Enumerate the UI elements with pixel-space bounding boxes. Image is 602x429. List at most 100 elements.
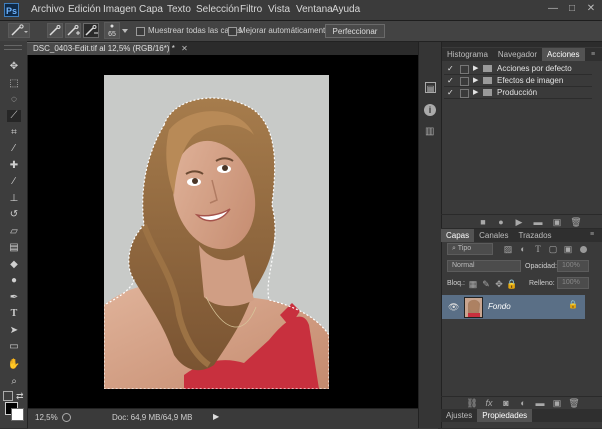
adjustment-layer-icon[interactable]: ◐ <box>517 398 529 408</box>
zoom-level[interactable]: 12,5% <box>35 410 58 426</box>
tab-capas[interactable]: Capas <box>441 229 475 242</box>
filter-toggle-icon[interactable] <box>580 246 587 253</box>
brush-size-dropdown-icon[interactable] <box>122 29 128 33</box>
info-panel-icon[interactable]: i <box>424 104 436 116</box>
minimize-icon[interactable]: — <box>548 4 558 14</box>
new-set-icon[interactable]: ▬ <box>532 217 544 227</box>
history-panel-icon[interactable]: ▤ <box>425 82 436 93</box>
toggle-dialog-icon[interactable] <box>460 89 469 98</box>
toggle-dialog-icon[interactable] <box>460 65 469 74</box>
crop-tool-icon[interactable]: ⌗ <box>7 127 21 139</box>
toggle-item-icon[interactable]: ✓ <box>447 63 454 74</box>
close-window-icon[interactable]: ✕ <box>586 4 596 14</box>
layers-menu-icon[interactable]: ≡ <box>590 231 594 238</box>
eye-visibility-icon[interactable]: 👁 <box>448 302 459 313</box>
filter-adjustment-icon[interactable]: ◐ <box>517 244 529 254</box>
layer-row-fondo[interactable]: 👁 Fondo 🔒 <box>442 295 585 319</box>
type-tool-icon[interactable]: T <box>7 308 21 320</box>
opacity-input[interactable]: 100% <box>557 260 589 272</box>
sample-all-layers-checkbox[interactable] <box>136 27 145 36</box>
subtract-from-selection-icon[interactable] <box>83 23 99 38</box>
menu-seleccion[interactable]: Selección <box>196 0 239 20</box>
expand-arrow-icon[interactable]: ▶ <box>473 63 478 74</box>
filter-shape-icon[interactable]: ▢ <box>547 244 559 254</box>
action-set-row[interactable]: ✓ ▶ Producción <box>444 87 592 99</box>
tab-navegador[interactable]: Navegador <box>493 48 542 61</box>
layer-filter-select[interactable]: ⌕ Tipo <box>447 243 493 255</box>
toolbox-grip[interactable] <box>4 45 22 50</box>
toggle-dialog-icon[interactable] <box>460 77 469 86</box>
blur-tool-icon[interactable]: ◆ <box>7 259 21 271</box>
menu-ayuda[interactable]: Ayuda <box>332 0 360 20</box>
status-menu-arrow-icon[interactable]: ▶ <box>213 409 219 425</box>
layer-style-icon[interactable]: fx <box>483 398 495 408</box>
layer-name[interactable]: Fondo <box>488 302 511 311</box>
new-selection-icon[interactable] <box>47 23 63 38</box>
toggle-item-icon[interactable]: ✓ <box>447 87 454 98</box>
menu-archivo[interactable]: Archivo <box>31 0 64 20</box>
path-selection-tool-icon[interactable]: ➤ <box>7 325 21 337</box>
brush-tool-icon[interactable]: ∕ <box>7 176 21 188</box>
action-set-row[interactable]: ✓ ▶ Efectos de imagen <box>444 75 592 87</box>
tab-histograma[interactable]: Histograma <box>442 48 493 61</box>
lasso-tool-icon[interactable]: ◌ <box>7 94 21 106</box>
quick-selection-tool-icon[interactable]: ⟋ <box>7 110 21 122</box>
expand-arrow-icon[interactable]: ▶ <box>473 75 478 86</box>
blend-mode-select[interactable]: Normal <box>447 260 521 272</box>
action-set-row[interactable]: ✓ ▶ Acciones por defecto <box>444 63 592 75</box>
menu-edicion[interactable]: Edición <box>68 0 101 20</box>
healing-brush-tool-icon[interactable]: ✚ <box>7 160 21 172</box>
lock-transparency-icon[interactable]: ▦ <box>467 279 479 289</box>
tab-canales[interactable]: Canales <box>474 229 513 242</box>
new-layer-icon[interactable]: ▣ <box>551 398 563 408</box>
dodge-tool-icon[interactable]: ● <box>7 275 21 287</box>
record-icon[interactable]: ● <box>495 217 507 227</box>
fill-input[interactable]: 100% <box>557 277 589 289</box>
auto-enhance-checkbox[interactable] <box>228 27 237 36</box>
menu-ventana[interactable]: Ventana <box>296 0 333 20</box>
lock-pixels-icon[interactable]: ✎ <box>480 279 492 289</box>
filter-type-icon[interactable]: T <box>532 244 544 254</box>
brush-size-picker[interactable]: ● 65 <box>104 22 120 39</box>
tab-propiedades[interactable]: Propiedades <box>477 409 533 422</box>
close-document-icon[interactable]: ✕ <box>181 44 188 53</box>
add-to-selection-icon[interactable] <box>65 23 81 38</box>
new-action-icon[interactable]: ▣ <box>551 217 563 227</box>
menu-capa[interactable]: Capa <box>139 0 163 20</box>
document-canvas-photo[interactable] <box>104 75 329 389</box>
new-group-icon[interactable]: ▬ <box>534 398 546 408</box>
tab-trazados[interactable]: Trazados <box>513 229 556 242</box>
tool-preset-picker[interactable] <box>8 23 30 38</box>
delete-layer-icon[interactable]: 🗑 <box>568 398 580 408</box>
default-colors-icon[interactable] <box>3 391 13 401</box>
link-layers-icon[interactable]: ⛓ <box>466 398 478 408</box>
refine-edge-button[interactable]: Perfeccionar bor. <box>325 24 385 50</box>
eraser-tool-icon[interactable]: ▱ <box>7 226 21 238</box>
history-brush-tool-icon[interactable]: ↺ <box>7 209 21 221</box>
filter-pixel-icon[interactable]: ▨ <box>502 244 514 254</box>
status-info-icon[interactable] <box>62 413 71 422</box>
clone-stamp-tool-icon[interactable]: ⊥ <box>7 193 21 205</box>
move-tool-icon[interactable]: ✥ <box>7 61 21 73</box>
gradient-tool-icon[interactable]: ▤ <box>7 242 21 254</box>
layer-comps-panel-icon[interactable]: ▥ <box>425 126 434 137</box>
hand-tool-icon[interactable]: ✋ <box>7 359 21 371</box>
play-icon[interactable]: ▶ <box>513 217 525 227</box>
swap-colors-icon[interactable]: ⇄ <box>16 391 24 402</box>
menu-vista[interactable]: Vista <box>268 0 290 20</box>
delete-icon[interactable]: 🗑 <box>570 217 582 227</box>
tab-acciones[interactable]: Acciones <box>542 48 585 61</box>
zoom-tool-icon[interactable]: ⌕ <box>7 376 21 388</box>
background-color-swatch[interactable] <box>11 408 24 421</box>
eyedropper-tool-icon[interactable]: ⁄ <box>7 143 21 155</box>
menu-imagen[interactable]: Imagen <box>103 0 136 20</box>
lock-all-icon[interactable]: 🔒 <box>506 279 518 289</box>
lock-position-icon[interactable]: ✥ <box>493 279 505 289</box>
maximize-icon[interactable]: □ <box>567 4 577 14</box>
panel-menu-icon[interactable]: ≡ <box>591 51 595 58</box>
tab-ajustes[interactable]: Ajustes <box>441 409 477 422</box>
pen-tool-icon[interactable]: ✒ <box>7 292 21 304</box>
menu-filtro[interactable]: Filtro <box>240 0 262 20</box>
add-mask-icon[interactable]: ◙ <box>500 398 512 408</box>
rectangle-tool-icon[interactable]: ▭ <box>7 341 21 353</box>
